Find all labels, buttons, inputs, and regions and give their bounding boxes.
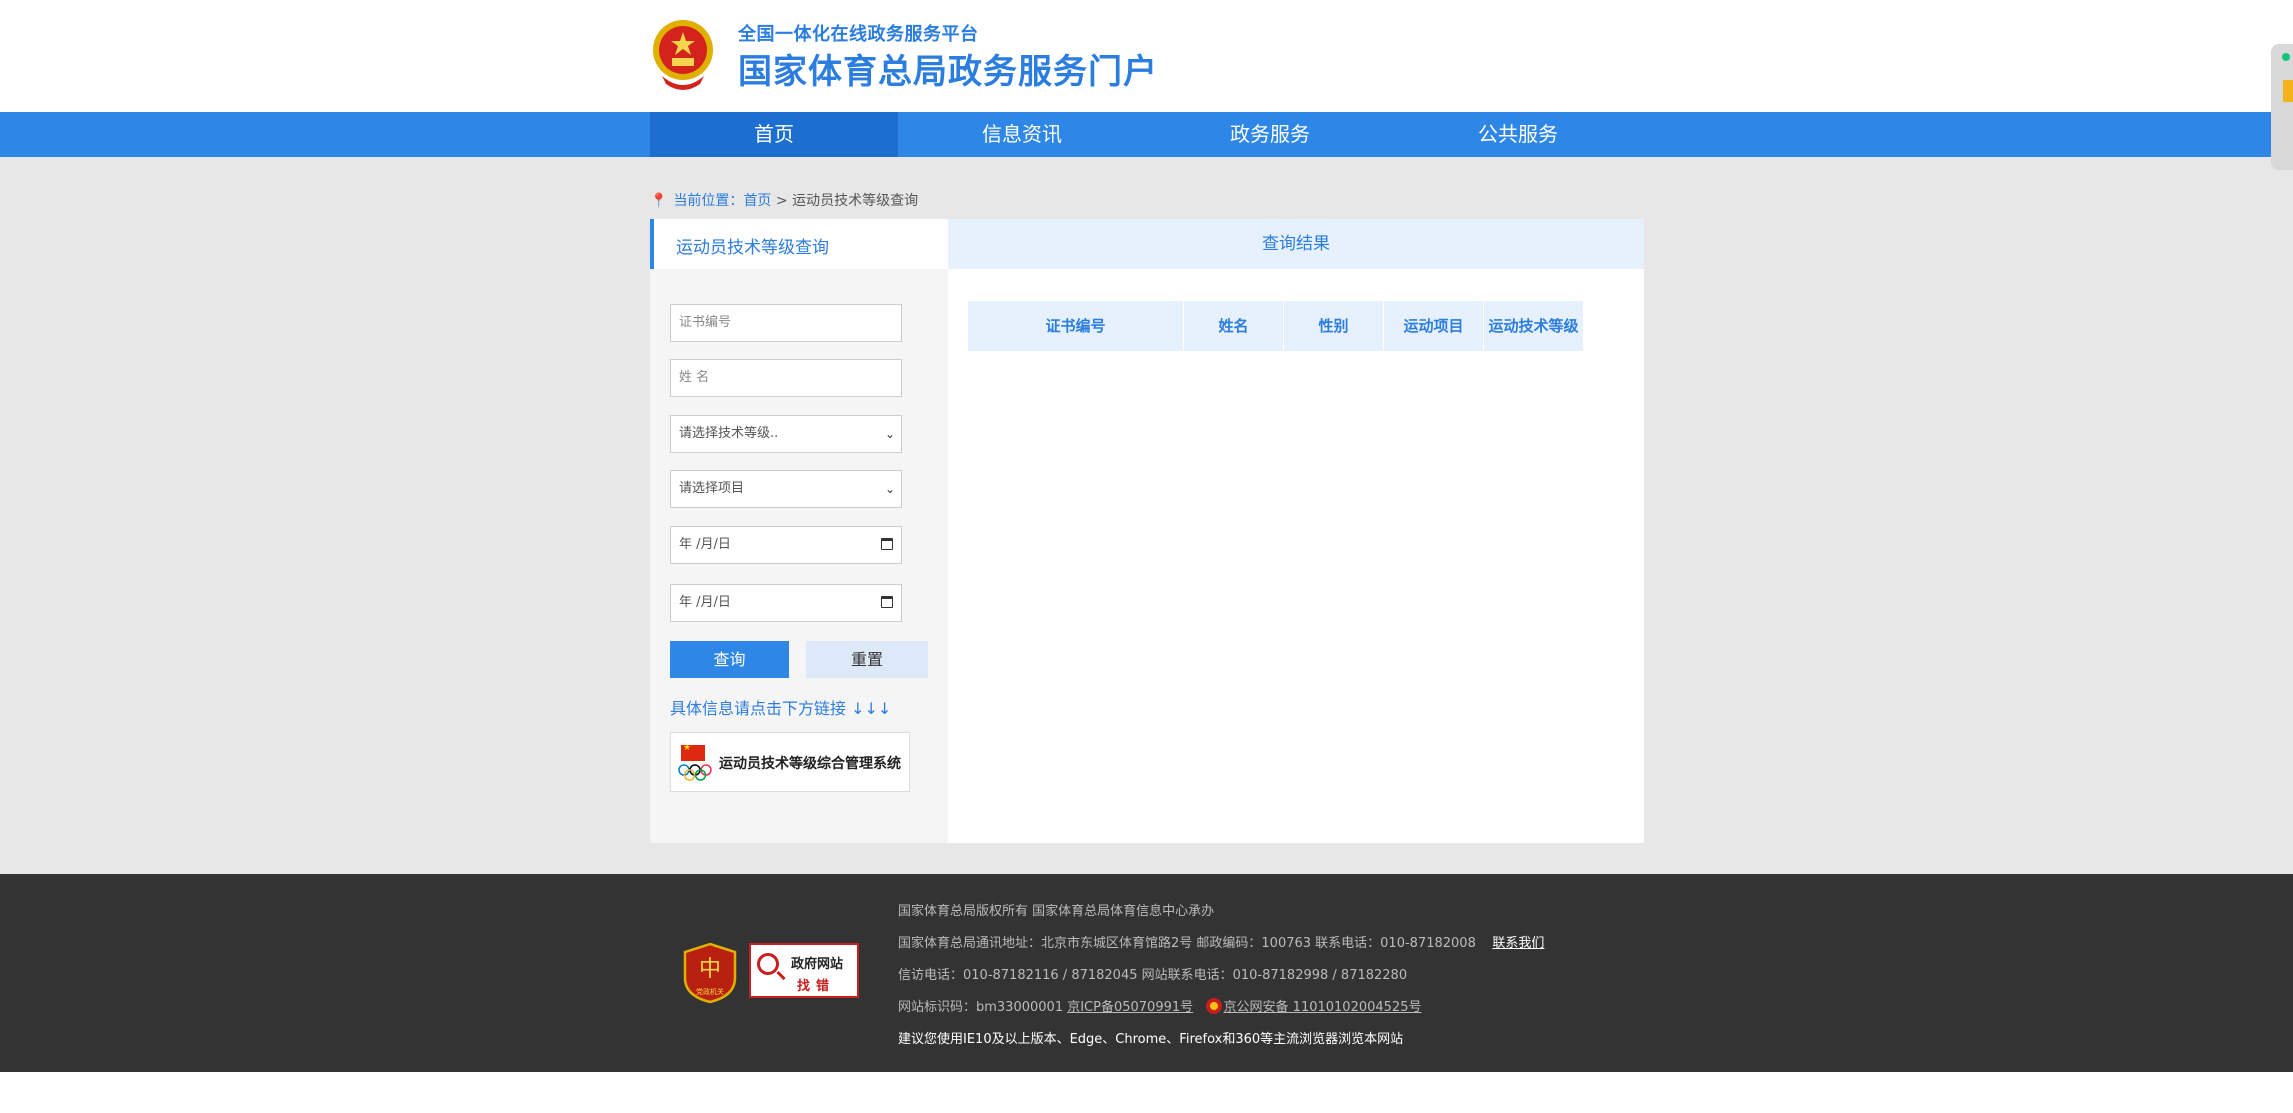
results-table-header: 证书编号 姓名 性别 运动项目 运动技术等级 [968, 301, 1584, 351]
col-gender: 性别 [1284, 301, 1384, 351]
footer-address-text: 国家体育总局通讯地址：北京市东城区体育馆路2号 邮政编码：100763 联系电话… [898, 936, 1476, 951]
chevron-down-icon: ⌄ [884, 427, 895, 441]
police-badge-icon [1205, 998, 1222, 1014]
col-cert-number: 证书编号 [968, 301, 1184, 351]
tab-query-results[interactable]: 查询结果 [948, 219, 1644, 269]
footer-address: 国家体育总局通讯地址：北京市东城区体育馆路2号 邮政编码：100763 联系电话… [898, 932, 1544, 951]
calendar-icon[interactable] [881, 596, 893, 608]
tab-label: 运动员技术等级查询 [676, 238, 829, 258]
national-emblem-icon [653, 20, 713, 90]
china-flag-icon [681, 743, 705, 761]
nav-item-gov-services[interactable]: 政务服务 [1146, 112, 1394, 157]
gov-badge-bottom: 找错 [797, 979, 836, 994]
col-level: 运动技术等级 [1484, 301, 1584, 351]
browser-recommendation: 建议您使用IE10及以上版本、Edge、Chrome、Firefox和360等主… [898, 1032, 1404, 1047]
level-bar-icon [2283, 80, 2293, 102]
site-id: 网站标识码：bm33000001 [898, 1000, 1068, 1015]
contact-us-link[interactable]: 联系我们 [1492, 936, 1544, 951]
police-record-link[interactable]: 京公网安备 11010102004525号 [1224, 1000, 1422, 1015]
site-title[interactable]: 国家体育总局政务服务门户 [738, 44, 1158, 93]
icp-link[interactable]: 京ICP备05070991号 [1067, 1000, 1193, 1015]
breadcrumb-home-link[interactable]: 首页 [743, 193, 771, 209]
gov-site-error-report-badge[interactable]: 政府网站 找错 [749, 943, 859, 998]
query-button[interactable]: 查询 [670, 641, 789, 678]
nav-item-public-services[interactable]: 公共服务 [1394, 112, 1642, 157]
col-sport: 运动项目 [1384, 301, 1484, 351]
date-to-input[interactable]: 年 /月/日 [670, 584, 902, 622]
magnifier-icon [757, 953, 779, 975]
main-nav: 首页 信息资讯 政务服务 公共服务 [0, 112, 2293, 157]
nav-item-news[interactable]: 信息资讯 [898, 112, 1146, 157]
olympic-rings-icon [678, 764, 712, 781]
platform-subtitle: 全国一体化在线政务服务平台 [738, 24, 979, 45]
breadcrumb-prefix: 当前位置： [673, 193, 744, 209]
project-select-value: 请选择项目 [679, 481, 745, 496]
breadcrumb-separator: > [771, 193, 793, 209]
status-dot-icon [2282, 53, 2290, 61]
reset-button[interactable]: 重置 [806, 641, 928, 678]
gov-badge-top: 政府网站 [791, 957, 844, 972]
footer-registration: 网站标识码：bm33000001 京ICP备05070991号 京公网安备 11… [898, 996, 1421, 1015]
calendar-icon[interactable] [881, 538, 893, 550]
project-select[interactable]: 请选择项目 ⌄ [670, 470, 902, 508]
tab-athlete-level-query[interactable]: 运动员技术等级查询 [650, 219, 948, 269]
date-to-value: 年 /月/日 [679, 595, 731, 610]
chevron-down-icon: ⌄ [884, 482, 895, 496]
level-select-value: 请选择技术等级.. [679, 426, 779, 441]
athlete-level-system-link[interactable]: 运动员技术等级综合管理系统 [670, 732, 910, 792]
level-select[interactable]: 请选择技术等级.. ⌄ [670, 415, 902, 453]
floating-side-widget[interactable] [2271, 44, 2293, 170]
party-gov-badge-label: 党政机关 [696, 987, 724, 996]
breadcrumb-current: 运动员技术等级查询 [792, 193, 919, 209]
party-gov-badge-icon[interactable]: 中 党政机关 [683, 942, 737, 1004]
cert-number-input[interactable]: 证书编号 [670, 304, 902, 342]
link-hint: 具体信息请点击下方链接 ↓↓↓ [670, 699, 892, 718]
name-input[interactable]: 姓 名 [670, 359, 902, 397]
breadcrumb: 📍 当前位置：首页 > 运动员技术等级查询 [650, 190, 918, 210]
location-pin-icon: 📍 [650, 193, 668, 209]
col-name: 姓名 [1184, 301, 1284, 351]
query-panel: 运动员技术等级查询 证书编号 姓 名 请选择技术等级.. ⌄ 请选择项目 ⌄ 年… [650, 219, 1644, 843]
svg-text:中: 中 [699, 957, 721, 982]
nav-item-home[interactable]: 首页 [650, 112, 898, 157]
date-from-value: 年 /月/日 [679, 537, 731, 552]
query-form-sidebar: 运动员技术等级查询 证书编号 姓 名 请选择技术等级.. ⌄ 请选择项目 ⌄ 年… [650, 219, 948, 843]
footer-phones: 信访电话：010-87182116 / 87182045 网站联系电话：010-… [898, 968, 1408, 983]
footer-copyright: 国家体育总局版权所有 国家体育总局体育信息中心承办 [898, 904, 1215, 919]
system-link-label: 运动员技术等级综合管理系统 [719, 756, 901, 772]
date-from-input[interactable]: 年 /月/日 [670, 526, 902, 564]
